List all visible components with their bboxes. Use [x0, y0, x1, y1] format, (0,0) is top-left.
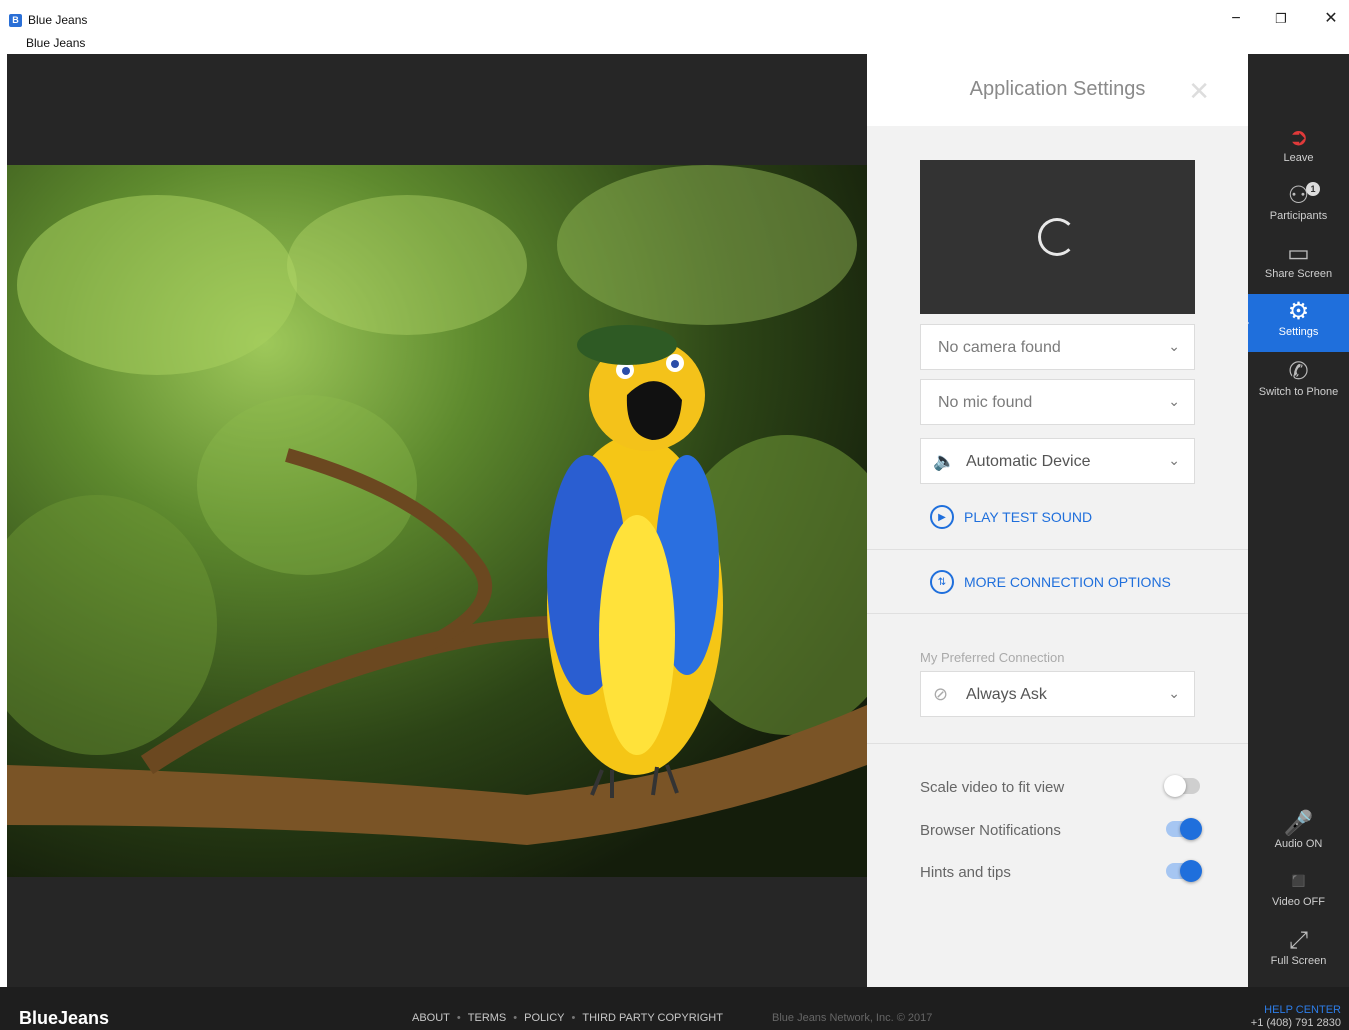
window-title: Blue Jeans — [28, 13, 88, 27]
right-nav: ➲ Leave ⚇ 1 Participants ▭ Share Screen … — [1248, 54, 1349, 987]
monitor-icon: ▭ — [1287, 240, 1310, 267]
bluejeans-app-icon: B — [9, 14, 22, 27]
settings-panel: Application Settings ✕ No camera found ⌄… — [867, 54, 1248, 987]
active-tab-pointer — [1241, 315, 1249, 331]
parrot-video-illustration — [7, 165, 867, 845]
chevron-down-icon: ⌄ — [1168, 338, 1180, 354]
close-icon[interactable]: ✕ — [1188, 76, 1210, 107]
divider — [867, 549, 1248, 550]
toggle-label: Hints and tips — [920, 864, 1011, 881]
gear-icon: ⚙ — [1287, 298, 1310, 325]
leave-button[interactable]: ➲ Leave — [1248, 124, 1349, 164]
speaker-select[interactable]: 🔈 Automatic Device ⌄ — [920, 438, 1195, 484]
scale-video-toggle[interactable] — [1164, 775, 1200, 797]
toggle-label: Scale video to fit view — [920, 779, 1065, 796]
toggle-row-browser-notifications: Browser Notifications — [920, 818, 1202, 843]
hints-tips-toggle[interactable] — [1166, 860, 1202, 882]
close-window-button[interactable]: ✕ — [1316, 8, 1346, 30]
settings-panel-header: Application Settings ✕ — [867, 54, 1248, 126]
footer-link-policy[interactable]: POLICY — [524, 1012, 564, 1024]
chevron-down-icon: ⌄ — [1168, 393, 1180, 409]
footer: BlueJeans ABOUT • TERMS • POLICY • THIRD PARTY… — [0, 987, 1349, 1030]
divider — [867, 743, 1248, 744]
window-titlebar: B Blue Jeans − ❐ ✕ — [0, 0, 1349, 32]
video-toggle-button[interactable]: ◾ Video OFF — [1248, 868, 1349, 908]
participants-count-badge: 1 — [1306, 182, 1320, 196]
play-test-sound-button[interactable]: ▶ PLAY TEST SOUND — [930, 505, 1092, 529]
mic-select-value: No mic found — [938, 394, 1033, 411]
preferred-connection-label: My Preferred Connection — [920, 650, 1065, 665]
toggle-row-scale-video: Scale video to fit view — [920, 775, 1200, 800]
chevron-down-icon: ⌄ — [1168, 685, 1180, 701]
full-screen-label: Full Screen — [1270, 955, 1327, 967]
video-label: Video OFF — [1272, 896, 1325, 908]
switch-to-phone-button[interactable]: ✆ Switch to Phone — [1248, 358, 1349, 398]
settings-label: Settings — [1278, 326, 1319, 338]
audio-label: Audio ON — [1274, 838, 1323, 850]
app-area: Application Settings ✕ No camera found ⌄… — [7, 54, 1349, 987]
exit-icon: ➲ — [1288, 124, 1309, 151]
menubar: Blue Jeans — [0, 32, 1349, 54]
settings-button[interactable]: ⚙ Settings — [1248, 294, 1349, 352]
footer-link-terms[interactable]: TERMS — [468, 1012, 507, 1024]
video-off-icon: ◾ — [1283, 868, 1314, 895]
full-screen-button[interactable]: ⤢ Full Screen — [1248, 927, 1349, 967]
restore-button[interactable]: ❐ — [1266, 8, 1296, 30]
share-screen-button[interactable]: ▭ Share Screen — [1248, 240, 1349, 280]
phone-icon: ✆ — [1288, 358, 1309, 385]
preferred-connection-select[interactable]: ⊘ Always Ask ⌄ — [920, 671, 1195, 717]
play-icon: ▶ — [930, 505, 954, 529]
browser-notifications-toggle[interactable] — [1166, 818, 1202, 840]
footer-links: ABOUT • TERMS • POLICY • THIRD PARTY COPYRIGHT — [412, 1012, 723, 1024]
speaker-icon: 🔈 — [933, 451, 956, 471]
share-screen-label: Share Screen — [1264, 268, 1333, 280]
preferred-connection-value: Always Ask — [966, 686, 1047, 703]
toggle-label: Browser Notifications — [920, 822, 1061, 839]
video-stage — [7, 54, 867, 987]
footer-link-third-party-copyright[interactable]: THIRD PARTY COPYRIGHT — [582, 1012, 723, 1024]
play-test-sound-label: PLAY TEST SOUND — [964, 509, 1093, 525]
expand-icon: ⤢ — [1288, 927, 1309, 954]
more-connection-options-button[interactable]: ⇅ MORE CONNECTION OPTIONS — [930, 570, 1171, 594]
camera-select[interactable]: No camera found ⌄ — [920, 324, 1195, 370]
block-icon: ⊘ — [933, 684, 949, 704]
copyright-text: Blue Jeans Network, Inc. © 2017 — [772, 1012, 933, 1024]
support-phone: +1 (408) 791 2830 — [1250, 1017, 1341, 1029]
mic-select[interactable]: No mic found ⌄ — [920, 379, 1195, 425]
menu-item-blue-jeans[interactable]: Blue Jeans — [26, 36, 85, 50]
audio-toggle-button[interactable]: 🎤 Audio ON — [1248, 810, 1349, 850]
connection-icon: ⇅ — [930, 570, 954, 594]
speaker-select-value: Automatic Device — [966, 453, 1091, 470]
switch-to-phone-label: Switch to Phone — [1258, 386, 1339, 398]
help-block: HELP CENTER +1 (408) 791 2830 — [1251, 1004, 1341, 1029]
divider — [867, 613, 1248, 614]
minimize-button[interactable]: − — [1221, 8, 1251, 30]
footer-link-about[interactable]: ABOUT — [412, 1012, 450, 1024]
bluejeans-logo: BlueJeans — [19, 1008, 110, 1028]
leave-label: Leave — [1283, 152, 1314, 164]
participants-label: Participants — [1269, 210, 1328, 222]
chevron-down-icon: ⌄ — [1168, 452, 1180, 468]
loading-spinner-icon — [1038, 218, 1076, 256]
help-center-link[interactable]: HELP CENTER — [1251, 1004, 1341, 1016]
toggle-row-hints-tips: Hints and tips — [920, 860, 1202, 885]
more-connection-options-label: MORE CONNECTION OPTIONS — [964, 574, 1171, 590]
camera-preview — [920, 160, 1195, 314]
participants-icon: ⚇ — [1287, 182, 1310, 209]
microphone-icon: 🎤 — [1283, 810, 1314, 837]
video-feed — [7, 165, 867, 877]
participants-button[interactable]: ⚇ 1 Participants — [1248, 182, 1349, 222]
camera-select-value: No camera found — [938, 339, 1061, 356]
